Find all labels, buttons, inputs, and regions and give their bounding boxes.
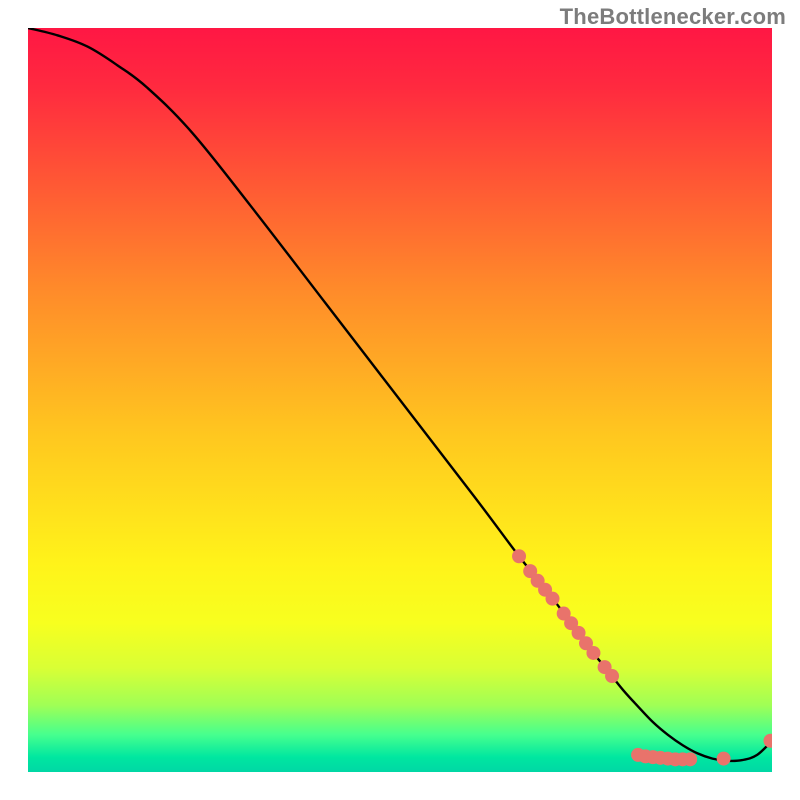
chart-frame: TheBottlenecker.com [0, 0, 800, 800]
data-marker [605, 669, 619, 683]
attribution-label: TheBottlenecker.com [560, 4, 786, 30]
data-marker [586, 646, 600, 660]
chart-svg [28, 28, 772, 772]
data-marker [546, 592, 560, 606]
data-marker [717, 752, 731, 766]
data-marker [512, 549, 526, 563]
data-marker [683, 752, 697, 766]
plot-area [28, 28, 772, 772]
